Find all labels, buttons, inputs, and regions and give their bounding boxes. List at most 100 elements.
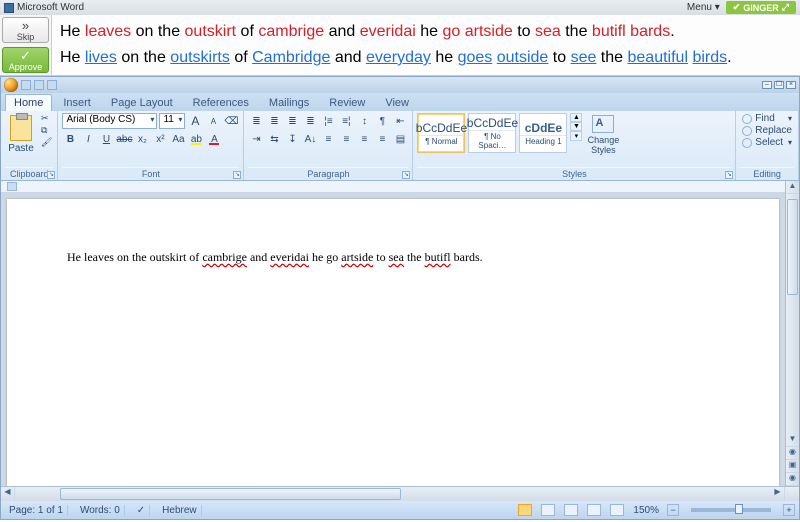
paragraph-btn-12[interactable]: A↓: [302, 131, 318, 147]
strike-button[interactable]: abc: [116, 131, 132, 147]
vscroll-thumb[interactable]: [787, 199, 798, 295]
document-page[interactable]: He leaves on the outskirt of cambrige an…: [7, 199, 779, 486]
paragraph-btn-10[interactable]: ⇆: [266, 131, 282, 147]
paragraph-dialog-launcher[interactable]: ↘: [402, 171, 410, 179]
gallery-more-icon[interactable]: ▾: [570, 131, 582, 141]
tab-mailings[interactable]: Mailings: [260, 94, 318, 111]
spell-error-word[interactable]: artside: [341, 250, 373, 264]
grow-font-button[interactable]: A: [187, 113, 203, 129]
vertical-scrollbar[interactable]: ▲ ▼ ◉ ▣ ◉: [785, 181, 799, 486]
horizontal-ruler[interactable]: [1, 181, 785, 193]
spell-error-word[interactable]: cambrige: [202, 250, 247, 264]
paragraph-btn-6[interactable]: ↕: [356, 113, 372, 129]
change-styles-button[interactable]: Change Styles: [585, 113, 621, 155]
paste-button[interactable]: Paste: [5, 113, 37, 154]
scroll-down-icon[interactable]: ▼: [786, 434, 799, 447]
view-print-layout[interactable]: [518, 504, 532, 516]
font-color-button[interactable]: A: [206, 131, 222, 147]
browse-object-icon[interactable]: ▣: [786, 460, 799, 473]
correction-token[interactable]: lives: [85, 49, 117, 66]
highlight-button[interactable]: ab: [188, 131, 204, 147]
correction-token[interactable]: goes: [458, 49, 493, 66]
paragraph-btn-9[interactable]: ⇥: [248, 131, 264, 147]
paragraph-btn-14[interactable]: ≡: [338, 131, 354, 147]
font-dialog-launcher[interactable]: ↘: [233, 171, 241, 179]
ginger-menu-button[interactable]: Menu ▾: [687, 2, 720, 13]
paragraph-btn-11[interactable]: ↧: [284, 131, 300, 147]
shrink-font-button[interactable]: A: [205, 113, 221, 129]
prev-page-icon[interactable]: ◉: [786, 447, 799, 460]
correction-token[interactable]: everidai: [360, 23, 416, 40]
tab-home[interactable]: Home: [5, 94, 52, 111]
subscript-button[interactable]: x₂: [134, 131, 150, 147]
status-page[interactable]: Page: 1 of 1: [5, 505, 68, 516]
restore-button[interactable]: ☐: [774, 81, 784, 89]
styles-dialog-launcher[interactable]: ↘: [725, 171, 733, 179]
correction-token[interactable]: bards: [630, 23, 670, 40]
skip-button[interactable]: » Skip: [2, 17, 49, 43]
tab-view[interactable]: View: [376, 94, 418, 111]
spell-error-word[interactable]: everidai: [270, 250, 309, 264]
paragraph-btn-17[interactable]: ▤: [392, 131, 408, 147]
qat-save-icon[interactable]: [21, 80, 31, 90]
italic-button[interactable]: I: [80, 131, 96, 147]
close-button[interactable]: ×: [786, 81, 796, 89]
correction-token[interactable]: artside: [465, 23, 513, 40]
doc-text-span[interactable]: bards.: [451, 250, 483, 264]
zoom-out-button[interactable]: −: [667, 504, 679, 516]
tab-insert[interactable]: Insert: [54, 94, 100, 111]
copy-button[interactable]: ⧉: [40, 125, 53, 136]
bold-button[interactable]: B: [62, 131, 78, 147]
tab-references[interactable]: References: [184, 94, 258, 111]
correction-token[interactable]: outskirts: [170, 49, 230, 66]
spell-error-word[interactable]: sea: [389, 250, 404, 264]
find-button[interactable]: Find▾: [740, 113, 794, 124]
correction-token[interactable]: leaves: [85, 23, 131, 40]
clipboard-dialog-launcher[interactable]: ↘: [47, 171, 55, 179]
hscroll-track[interactable]: [15, 487, 771, 501]
zoom-slider[interactable]: [691, 508, 771, 512]
view-full-screen[interactable]: [541, 504, 555, 516]
select-button[interactable]: Select▾: [740, 137, 794, 148]
change-case-button[interactable]: Aa: [170, 131, 186, 147]
status-language[interactable]: Hebrew: [158, 505, 201, 516]
qat-redo-icon[interactable]: [47, 80, 57, 90]
correction-token[interactable]: outside: [497, 49, 549, 66]
paragraph-btn-16[interactable]: ≡: [374, 131, 390, 147]
superscript-button[interactable]: x²: [152, 131, 168, 147]
qat-undo-icon[interactable]: [34, 80, 44, 90]
correction-token[interactable]: butifl: [592, 23, 626, 40]
office-button[interactable]: [4, 78, 18, 92]
minimize-button[interactable]: –: [762, 81, 772, 89]
paragraph-btn-15[interactable]: ≡: [356, 131, 372, 147]
paragraph-btn-0[interactable]: ≣: [248, 113, 264, 129]
tab-review[interactable]: Review: [320, 94, 374, 111]
paragraph-btn-2[interactable]: ≣: [284, 113, 300, 129]
doc-text-span[interactable]: the: [404, 250, 425, 264]
cut-button[interactable]: ✂: [40, 113, 53, 124]
zoom-slider-thumb[interactable]: [735, 504, 743, 514]
zoom-level[interactable]: 150%: [633, 505, 659, 516]
style-swatch[interactable]: bCcDdEe¶ No Spaci…: [468, 113, 516, 153]
paragraph-btn-13[interactable]: ≡: [320, 131, 336, 147]
document-text[interactable]: He leaves on the outskirt of cambrige an…: [67, 249, 719, 266]
correction-token[interactable]: cambrige: [258, 23, 324, 40]
paragraph-btn-5[interactable]: ≡¦: [338, 113, 354, 129]
gallery-up-icon[interactable]: ▲: [570, 113, 582, 122]
style-swatch[interactable]: bCcDdEe¶ Normal: [417, 113, 465, 153]
correction-token[interactable]: Cambridge: [252, 49, 330, 66]
vscroll-track[interactable]: [786, 194, 799, 434]
status-words[interactable]: Words: 0: [76, 505, 125, 516]
style-gallery-arrows[interactable]: ▲ ▼ ▾: [570, 113, 582, 141]
status-proof-icon[interactable]: ✓: [133, 505, 150, 516]
correction-token[interactable]: everyday: [366, 49, 431, 66]
next-page-icon[interactable]: ◉: [786, 473, 799, 486]
scroll-left-icon[interactable]: ◀: [1, 487, 15, 501]
correction-token[interactable]: sea: [535, 23, 561, 40]
tab-selector-icon[interactable]: [7, 182, 17, 191]
doc-text-span[interactable]: to: [373, 250, 388, 264]
style-swatch[interactable]: cDdEeHeading 1: [519, 113, 567, 153]
view-draft[interactable]: [610, 504, 624, 516]
replace-button[interactable]: Replace: [740, 125, 794, 136]
correction-token[interactable]: go: [442, 23, 460, 40]
